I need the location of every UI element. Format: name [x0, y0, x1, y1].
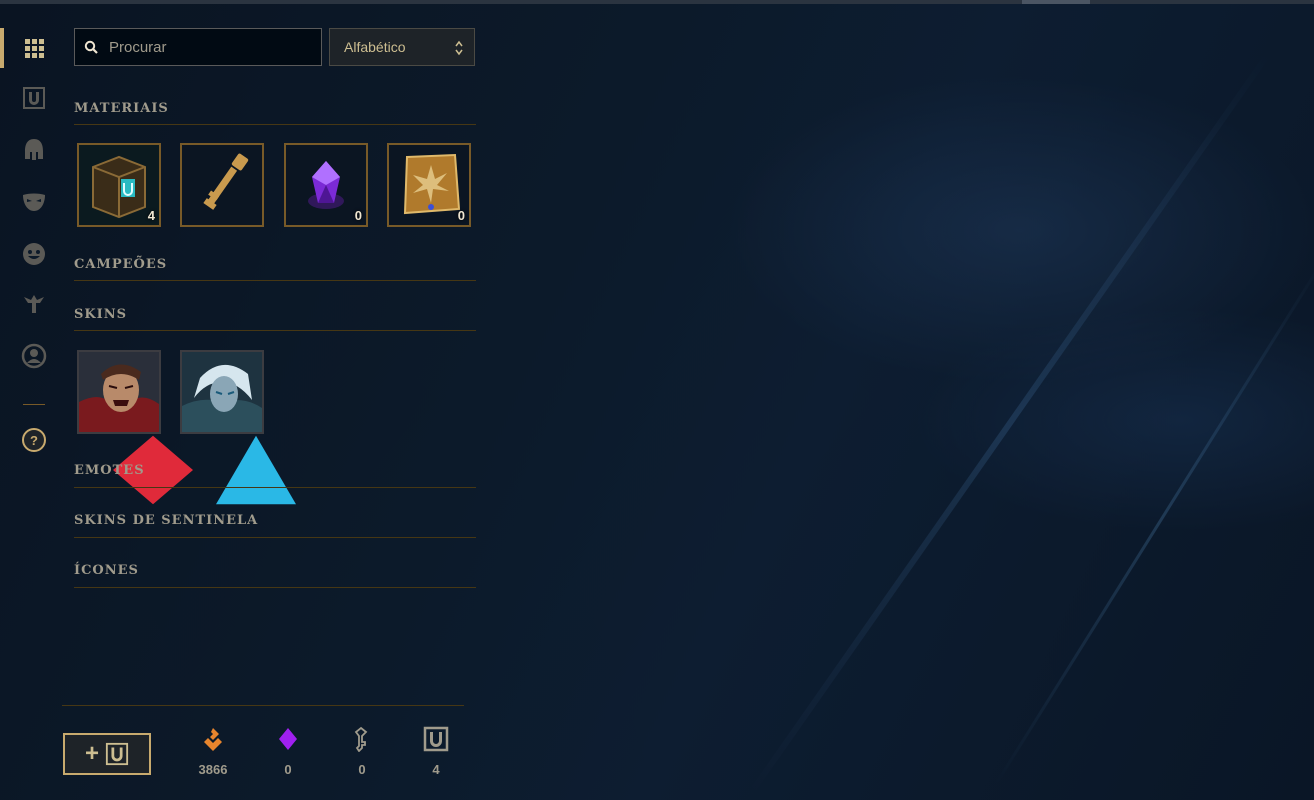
skin-portrait-1 — [79, 352, 159, 432]
section-title-icons[interactable]: ÍCONES — [74, 563, 139, 578]
section-title-emotes[interactable]: EMOTES — [74, 463, 145, 478]
skin-portrait-2 — [182, 352, 262, 432]
currency-orange-essence: 3866 — [183, 726, 243, 777]
section-divider — [74, 537, 476, 538]
currency-value: 3866 — [198, 762, 228, 777]
ward-icon — [24, 295, 44, 313]
loot-tile-chest[interactable]: 4 — [77, 143, 161, 227]
skin-tile-1[interactable] — [77, 350, 193, 505]
section-divider — [74, 280, 476, 281]
orange-essence-icon — [204, 728, 222, 751]
currency-chests: 4 — [406, 726, 466, 777]
section-title-ward-skins[interactable]: SKINS DE SENTINELA — [74, 513, 258, 528]
currency-value: 0 — [284, 762, 292, 777]
hextech-key-icon — [182, 145, 262, 225]
updown-arrows-icon — [455, 40, 463, 56]
key-fragment-icon — [354, 726, 368, 752]
rarity-gem-blue-icon — [216, 435, 296, 505]
section-divider — [74, 487, 476, 488]
sort-selected-label: Alfabético — [344, 39, 406, 55]
loot-count: 4 — [147, 208, 155, 223]
loot-tile-key[interactable] — [180, 143, 264, 227]
chest-count-icon — [423, 726, 449, 752]
loot-count: 0 — [354, 208, 362, 223]
search-icon — [84, 40, 98, 54]
profile-icon — [21, 343, 47, 369]
sidebar-item-icons[interactable] — [0, 336, 68, 376]
sidebar-item-champions[interactable] — [0, 130, 68, 170]
currency-mythic-essence: 0 — [258, 726, 318, 777]
chest-icon — [23, 87, 45, 109]
mythic-essence-icon — [279, 728, 297, 750]
top-border-marker — [1022, 0, 1090, 4]
section-divider — [74, 330, 476, 331]
section-title-materials[interactable]: MATERIAIS — [74, 101, 169, 116]
footer-divider — [62, 705, 464, 706]
sort-dropdown[interactable]: Alfabético — [329, 28, 475, 66]
currency-key-fragments: 0 — [332, 726, 392, 777]
sidebar-item-chests[interactable] — [0, 78, 68, 118]
section-divider — [74, 124, 476, 125]
background-streak — [749, 52, 1271, 794]
help-icon: ? — [22, 428, 46, 452]
helmet-icon — [25, 139, 43, 160]
sidebar-item-wards[interactable] — [0, 284, 68, 324]
search-box[interactable] — [74, 28, 322, 66]
loot-tile-masterwork[interactable]: 0 — [387, 143, 471, 227]
background-streak — [994, 257, 1314, 786]
section-title-champions[interactable]: CAMPEÕES — [74, 257, 167, 272]
chest-icon — [105, 742, 129, 766]
loot-count: 0 — [457, 208, 465, 223]
help-button[interactable]: ? — [0, 420, 68, 460]
sidebar-item-emotes[interactable] — [0, 234, 68, 274]
grid-icon — [25, 39, 44, 58]
skin-tile-2[interactable] — [180, 350, 296, 505]
craft-chest-button[interactable]: + — [63, 733, 151, 775]
section-divider — [74, 587, 476, 588]
currency-value: 0 — [358, 762, 366, 777]
loot-tile-mythic-essence[interactable]: 0 — [284, 143, 368, 227]
plus-icon: + — [84, 740, 99, 767]
currency-value: 4 — [432, 762, 440, 777]
section-title-skins[interactable]: SKINS — [74, 307, 127, 322]
emote-face-icon — [23, 243, 45, 265]
sidebar-separator — [23, 404, 45, 405]
mask-icon — [23, 193, 45, 211]
sidebar-item-all[interactable] — [0, 28, 68, 68]
search-input[interactable] — [109, 29, 309, 65]
top-border — [0, 0, 1314, 4]
svg-text:?: ? — [30, 433, 38, 448]
sidebar-item-skins[interactable] — [0, 182, 68, 222]
